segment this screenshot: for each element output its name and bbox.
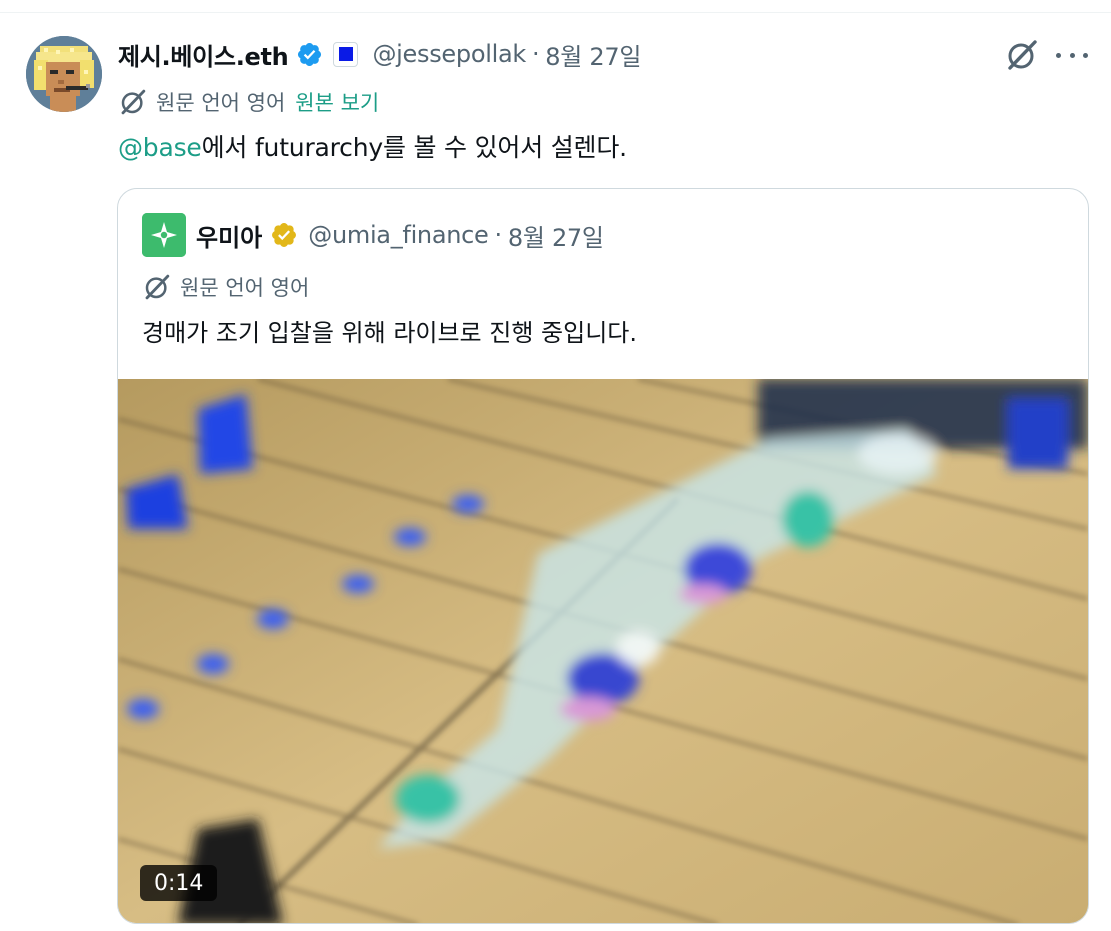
quote-translation-label: 원문 언어 영어 <box>180 276 310 300</box>
translate-icon <box>121 89 146 115</box>
tweet-body: 에서 futurarchy를 볼 수 있어서 설렌다. <box>201 133 627 162</box>
quote-author-handle[interactable]: @umia_finance <box>308 221 489 249</box>
quote-separator-dot: · <box>494 221 503 249</box>
author-handle[interactable]: @jessepollak <box>372 40 526 68</box>
tweet-text: @base에서 futurarchy를 볼 수 있어서 설렌다. <box>118 128 627 164</box>
mention-link[interactable]: @base <box>118 133 202 162</box>
quote-author-name[interactable]: 우미아 <box>196 218 262 253</box>
video-duration: 0:14 <box>140 865 218 901</box>
avatar[interactable] <box>26 36 102 112</box>
quote-avatar[interactable] <box>142 213 186 257</box>
tweet-date[interactable]: 8월 27일 <box>545 37 641 72</box>
quote-text: 경매가 조기 입찰을 위해 라이브로 진행 중입니다. <box>142 319 638 347</box>
quote-header: 우미아 @umia_finance · 8월 27일 <box>196 215 604 255</box>
gold-verified-badge-icon <box>272 223 297 247</box>
quoted-tweet[interactable]: 우미아 @umia_finance · 8월 27일 원문 언어 영어 경매가 … <box>117 188 1089 924</box>
quote-translation-row: 원문 언어 영어 <box>142 271 309 303</box>
translation-label: 원문 언어 영어 <box>156 91 286 115</box>
grok-icon[interactable] <box>1004 37 1040 73</box>
quote-date[interactable]: 8월 27일 <box>508 218 604 253</box>
translate-icon <box>145 274 170 300</box>
video-thumbnail <box>118 379 1088 923</box>
show-original-link[interactable]: 원본 보기 <box>295 87 379 117</box>
translation-row: 원문 언어 영어 원본 보기 <box>118 86 379 118</box>
umia-logo-icon <box>142 213 186 257</box>
separator-dot: · <box>531 40 540 68</box>
video-player[interactable]: 0:14 <box>118 379 1088 923</box>
author-display-name[interactable]: 제시.베이스.eth <box>118 37 289 72</box>
verified-badge-icon <box>298 42 322 66</box>
avatar-image <box>26 36 102 112</box>
more-icon[interactable] <box>1056 40 1088 70</box>
tweet-header: 제시.베이스.eth @jessepollak · 8월 27일 <box>118 34 641 74</box>
top-divider <box>0 12 1111 13</box>
affiliate-square-icon[interactable] <box>333 41 359 67</box>
